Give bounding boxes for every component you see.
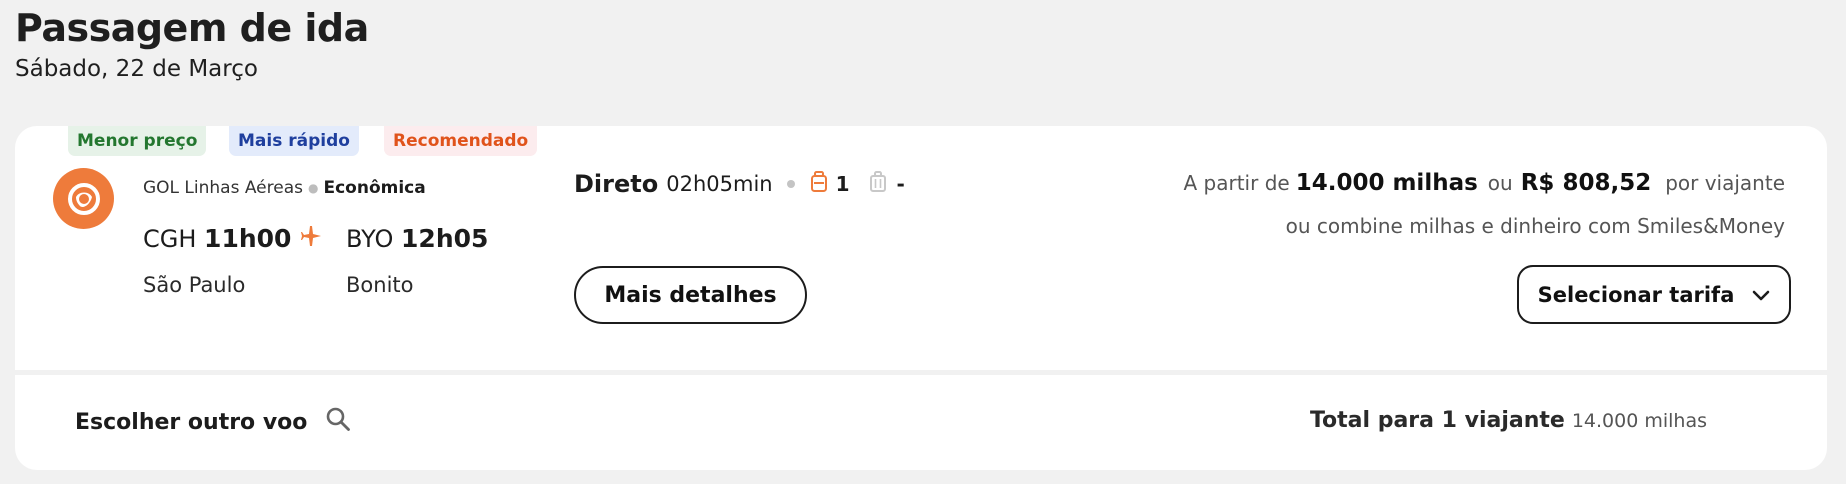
select-fare-button[interactable]: Selecionar tarifa <box>1517 265 1791 324</box>
price-prefix: A partir de <box>1183 171 1290 195</box>
select-fare-label: Selecionar tarifa <box>1537 282 1735 307</box>
carry-on-bag-icon <box>810 171 827 197</box>
badge-cheapest: Menor preço <box>68 126 207 156</box>
badge-fastest: Mais rápido <box>229 126 359 156</box>
total-value: 14.000 milhas <box>1571 410 1707 432</box>
choose-other-flight[interactable]: Escolher outro voo <box>75 406 351 438</box>
cabin-class: Econômica <box>323 178 426 198</box>
price-or: ou <box>1487 171 1513 195</box>
card-divider <box>15 370 1827 375</box>
smiles-money-note: ou combine milhas e dinheiro com Smiles&… <box>1285 214 1785 238</box>
airline-name: GOL Linhas Aéreas <box>143 178 303 198</box>
airline-info: GOL Linhas Aéreas ● Econômica <box>143 178 426 198</box>
price-summary: A partir de 14.000 milhas ou R$ 808,52 p… <box>1184 170 1786 196</box>
checked-bag-count: - <box>896 172 905 196</box>
chevron-down-icon <box>1752 283 1770 307</box>
flight-duration: 02h05min <box>666 172 773 196</box>
gol-logo-icon <box>53 168 114 229</box>
destination-city: Bonito <box>346 273 414 297</box>
total-label: Total para 1 viajante <box>1309 408 1565 433</box>
more-details-button[interactable]: Mais detalhes <box>574 266 807 324</box>
origin-city: São Paulo <box>143 273 246 297</box>
page-title: Passagem de ida <box>15 6 369 50</box>
checked-bag-icon <box>869 171 886 197</box>
origin-code: CGH <box>143 225 197 253</box>
destination-arrival: BYO 12h05 <box>346 224 488 253</box>
flight-date: Sábado, 22 de Março <box>15 56 258 82</box>
price-cash: R$ 808,52 <box>1520 170 1652 196</box>
search-icon[interactable] <box>325 406 351 438</box>
price-miles: 14.000 milhas <box>1295 170 1478 196</box>
plane-icon <box>300 225 322 251</box>
choose-other-flight-label: Escolher outro voo <box>75 409 308 435</box>
departure-time: 11h00 <box>204 224 292 253</box>
stops-label: Direto <box>574 170 659 198</box>
separator-dot: ● <box>308 181 319 195</box>
price-suffix: por viajante <box>1665 171 1785 195</box>
flight-card: Menor preço Mais rápido Recomendado GOL … <box>15 126 1827 470</box>
carry-on-count: 1 <box>835 172 850 196</box>
destination-code: BYO <box>346 225 394 253</box>
page: Passagem de ida Sábado, 22 de Março Meno… <box>0 0 1846 484</box>
badge-recommended: Recomendado <box>384 126 538 156</box>
total-summary: Total para 1 viajante 14.000 milhas <box>1310 408 1707 433</box>
arrival-time: 12h05 <box>401 224 489 253</box>
separator-dot <box>786 180 795 188</box>
flight-summary: Direto 02h05min 1 - <box>574 170 905 198</box>
origin-departure: CGH 11h00 <box>143 224 291 253</box>
